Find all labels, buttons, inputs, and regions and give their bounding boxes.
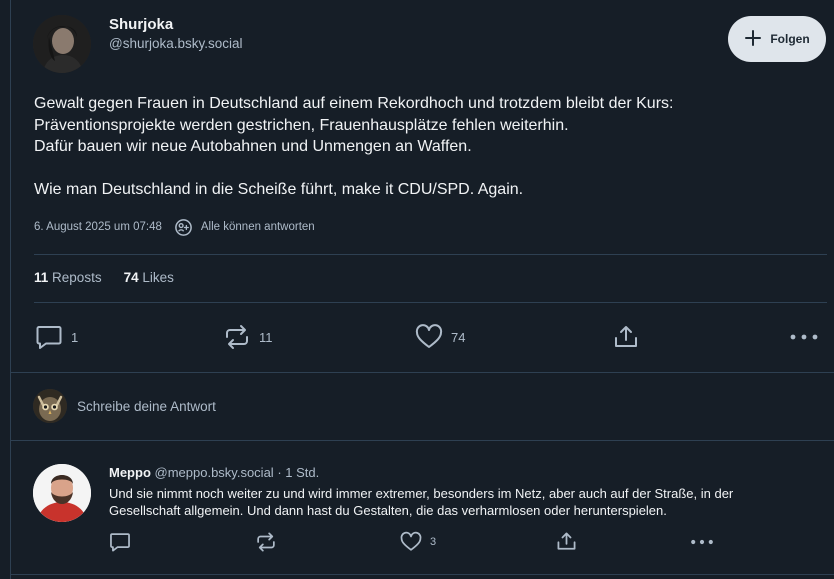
user-avatar: [33, 389, 67, 423]
post-text-line: Gewalt gegen Frauen in Deutschland auf e…: [34, 95, 674, 112]
reply-count: 1: [71, 329, 79, 345]
more-button[interactable]: [789, 324, 819, 350]
reply-composer[interactable]: Schreibe deine Antwort: [33, 389, 216, 423]
comment-icon: [35, 324, 63, 350]
share-icon: [613, 324, 639, 350]
divider: [11, 440, 834, 441]
comment-icon: [109, 531, 131, 553]
reply-time[interactable]: · 1 Std.: [277, 465, 319, 480]
reply-setting-label: Alle können antworten: [200, 221, 315, 233]
like-count: 74: [451, 329, 466, 345]
repost-count: 11: [259, 329, 273, 345]
divider: [11, 574, 834, 575]
reply-actions: 3: [11, 531, 834, 557]
author-handle[interactable]: @shurjoka.bsky.social: [109, 36, 243, 51]
post-meta: 6. August 2025 um 07:48 Alle können antw…: [34, 217, 315, 237]
share-icon: [556, 531, 577, 552]
reply-more-button[interactable]: [690, 531, 714, 553]
reply-author-name[interactable]: Meppo: [109, 465, 151, 480]
post-text-line: Dafür bauen wir neue Autobahnen und Unme…: [34, 138, 472, 155]
repost-icon: [223, 324, 251, 350]
reply-button[interactable]: 1: [35, 324, 78, 350]
post-text-line: Präventionsprojekte werden gestrichen, F…: [34, 116, 569, 134]
divider: [34, 254, 827, 255]
reply-settings-icon: [174, 218, 193, 237]
reply-text: Und sie nimmt noch weiter zu und wird im…: [109, 486, 734, 518]
like-button[interactable]: 74: [415, 324, 465, 350]
plus-icon: [744, 29, 762, 47]
heart-icon: [400, 531, 422, 553]
reply-reply-button[interactable]: [109, 531, 131, 553]
likes-stat[interactable]: 74 Likes: [124, 270, 174, 285]
post-actions: 1 11 74: [11, 322, 834, 352]
reply-share-button[interactable]: [556, 531, 577, 552]
thread-column: Shurjoka @shurjoka.bsky.social Folgen Ge…: [10, 0, 834, 579]
follow-button[interactable]: Folgen: [728, 16, 826, 62]
post-stats: 11 Reposts 74 Likes: [34, 270, 174, 285]
post-timestamp[interactable]: 6. August 2025 um 07:48: [34, 221, 162, 233]
author-name[interactable]: Shurjoka: [109, 16, 173, 33]
heart-icon: [415, 324, 443, 350]
more-icon: [789, 324, 819, 350]
divider: [34, 302, 827, 303]
reply-like-count: 3: [430, 536, 437, 548]
reply-repost-button[interactable]: [255, 531, 277, 553]
reply-header: Meppo @meppo.bsky.social · 1 Std.: [109, 465, 319, 480]
author-avatar[interactable]: [33, 15, 91, 73]
reply-placeholder: Schreibe deine Antwort: [77, 398, 216, 414]
reply-author-handle[interactable]: @meppo.bsky.social: [155, 465, 274, 480]
reply-author-avatar[interactable]: [33, 464, 91, 522]
share-button[interactable]: [613, 324, 639, 350]
post-text-line: Wie man Deutschland in die Scheiße führt…: [34, 181, 524, 198]
repost-button[interactable]: 11: [223, 324, 273, 350]
reply-like-button[interactable]: 3: [400, 531, 436, 553]
repost-icon: [255, 531, 277, 553]
divider: [11, 372, 834, 373]
post-text: Gewalt gegen Frauen in Deutschland auf e…: [34, 93, 814, 201]
more-icon: [690, 531, 714, 553]
follow-label: Folgen: [770, 32, 810, 46]
reposts-stat[interactable]: 11 Reposts: [34, 270, 102, 285]
